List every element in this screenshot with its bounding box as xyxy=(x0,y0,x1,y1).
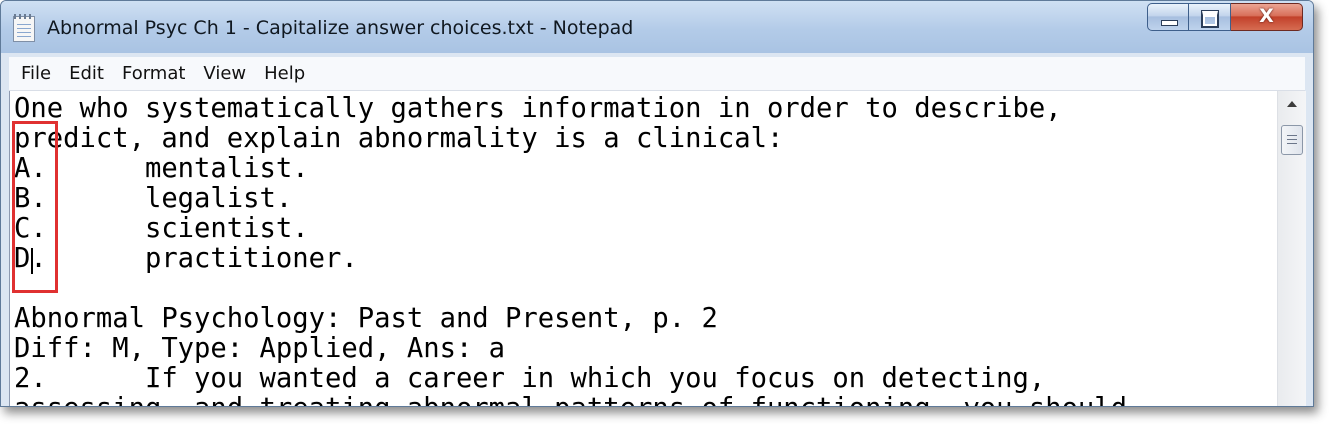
window-controls: X xyxy=(1147,3,1303,33)
document-line[interactable]: 2. If you wanted a career in which you f… xyxy=(14,363,1045,394)
document-line[interactable]: D. practitioner. xyxy=(14,243,358,274)
minimize-icon xyxy=(1161,20,1178,26)
document-line[interactable]: assessing, and treating abnormal pattern… xyxy=(14,393,1127,407)
maximize-icon xyxy=(1202,11,1218,27)
close-button[interactable]: X xyxy=(1231,3,1303,31)
menu-help[interactable]: Help xyxy=(258,63,311,84)
menu-bar: File Edit Format View Help xyxy=(9,57,1305,91)
menu-file[interactable]: File xyxy=(15,63,57,84)
document-text[interactable]: One who systematically gathers informati… xyxy=(14,93,1127,407)
minimize-button[interactable] xyxy=(1147,3,1189,31)
vertical-scrollbar[interactable] xyxy=(1277,91,1306,406)
menu-edit[interactable]: Edit xyxy=(63,63,110,84)
document-line[interactable]: C. scientist. xyxy=(14,213,309,244)
scroll-up-button[interactable] xyxy=(1278,91,1306,119)
annotation-highlight-box xyxy=(12,121,58,293)
notepad-icon[interactable] xyxy=(13,14,35,42)
document-line[interactable]: One who systematically gathers informati… xyxy=(14,93,1062,124)
arrow-up-icon xyxy=(1287,101,1297,107)
notepad-window: Abnormal Psyc Ch 1 - Capitalize answer c… xyxy=(0,0,1314,407)
title-bar[interactable]: Abnormal Psyc Ch 1 - Capitalize answer c… xyxy=(1,1,1313,53)
document-line[interactable]: Abnormal Psychology: Past and Present, p… xyxy=(14,303,718,334)
menu-format[interactable]: Format xyxy=(116,63,191,84)
menu-view[interactable]: View xyxy=(197,63,252,84)
document-line[interactable]: A. mentalist. xyxy=(14,153,309,184)
maximize-button[interactable] xyxy=(1189,3,1231,31)
document-line[interactable]: Diff: M, Type: Applied, Ans: a xyxy=(14,333,505,364)
text-editor[interactable]: One who systematically gathers informati… xyxy=(9,91,1306,406)
close-icon: X xyxy=(1259,5,1274,27)
text-caret xyxy=(31,248,33,274)
scroll-thumb[interactable] xyxy=(1281,125,1303,155)
document-line[interactable]: predict, and explain abnormality is a cl… xyxy=(14,123,783,154)
window-title: Abnormal Psyc Ch 1 - Capitalize answer c… xyxy=(47,17,634,39)
